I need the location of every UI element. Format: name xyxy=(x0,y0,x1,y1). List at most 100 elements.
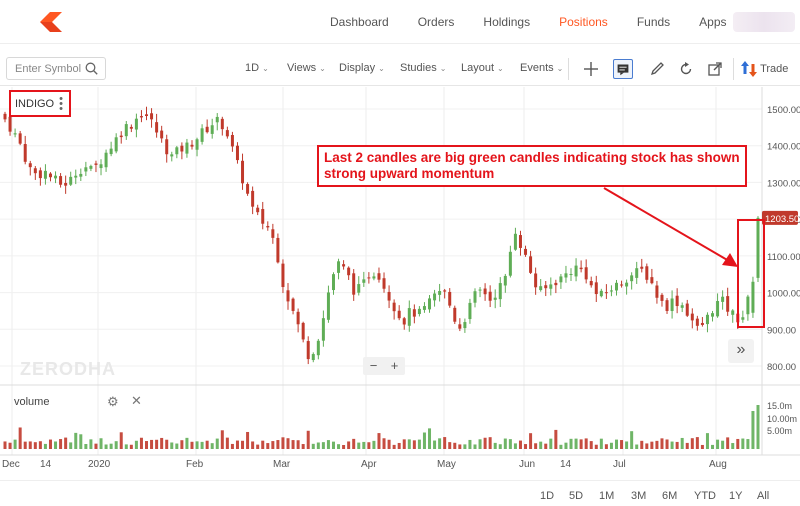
price-tick-label: 1400.00 xyxy=(767,142,800,153)
volume-bar xyxy=(69,442,73,449)
candle-body xyxy=(645,266,649,280)
range-1d[interactable]: 1D xyxy=(540,490,554,502)
candle-body xyxy=(79,173,83,177)
range-1y[interactable]: 1Y xyxy=(729,490,742,502)
volume-bar xyxy=(524,444,528,449)
volume-bar xyxy=(165,439,169,449)
range-selector: 1D 5D 1M 3M 6M YTD 1Y All xyxy=(0,480,800,506)
nav-dashboard[interactable]: Dashboard xyxy=(330,15,389,29)
gear-icon[interactable]: ⚙ xyxy=(107,394,119,410)
volume-bar xyxy=(407,439,411,449)
candle-body xyxy=(594,282,598,295)
volume-bar xyxy=(609,442,613,449)
menu-label: Display xyxy=(339,62,376,74)
candle-body xyxy=(89,165,93,169)
menu-views[interactable]: Views ⌄ xyxy=(287,62,326,74)
candle-body xyxy=(711,313,715,317)
candle-body xyxy=(286,290,290,302)
interval-selector[interactable]: 1D ⌄ xyxy=(245,62,269,74)
candle-body xyxy=(564,273,568,278)
volume-bar xyxy=(751,411,755,449)
menu-events[interactable]: Events ⌄ xyxy=(520,62,563,74)
candle-body xyxy=(473,291,477,303)
range-1m[interactable]: 1M xyxy=(599,490,614,502)
symbol-label-box[interactable]: INDIGO • • • xyxy=(9,90,71,117)
undo-icon[interactable] xyxy=(676,59,696,79)
symbol-search[interactable] xyxy=(6,57,106,80)
volume-bar xyxy=(28,441,32,449)
candle-body xyxy=(539,286,543,291)
volume-bar xyxy=(331,441,335,449)
pencil-icon[interactable] xyxy=(647,59,667,79)
volume-bar xyxy=(579,439,583,449)
candle-body xyxy=(291,298,295,311)
volume-bar xyxy=(64,437,68,449)
close-icon[interactable]: ✕ xyxy=(131,393,142,409)
menu-studies[interactable]: Studies ⌄ xyxy=(400,62,446,74)
volume-bar xyxy=(433,440,437,449)
volume-bar xyxy=(650,441,654,449)
kite-logo-icon[interactable] xyxy=(38,12,64,32)
candle-body xyxy=(478,289,482,291)
candle-body xyxy=(650,277,654,284)
candle-body xyxy=(13,133,17,135)
volume-bar xyxy=(574,438,578,449)
user-avatar[interactable] xyxy=(733,12,795,32)
volume-bar xyxy=(311,443,315,449)
candle-body xyxy=(620,284,624,286)
nav-positions[interactable]: Positions xyxy=(559,15,608,29)
volume-bar xyxy=(170,442,174,449)
volume-bar xyxy=(635,444,639,449)
range-ytd[interactable]: YTD xyxy=(694,490,716,502)
share-icon[interactable] xyxy=(705,59,725,79)
search-icon[interactable] xyxy=(85,62,98,75)
nav-apps[interactable]: Apps xyxy=(699,15,726,29)
candle-body xyxy=(225,130,229,137)
volume-bar xyxy=(660,438,664,449)
candle-body xyxy=(458,324,462,329)
nav-funds[interactable]: Funds xyxy=(637,15,670,29)
candle-body xyxy=(119,135,123,138)
range-all[interactable]: All xyxy=(757,490,769,502)
volume-bar xyxy=(104,444,108,449)
volume-bar xyxy=(367,442,371,449)
range-5d[interactable]: 5D xyxy=(569,490,583,502)
menu-layout[interactable]: Layout ⌄ xyxy=(461,62,504,74)
volume-bar xyxy=(599,438,603,449)
volume-bar xyxy=(150,439,154,449)
candle-body xyxy=(43,170,47,179)
candle-body xyxy=(412,309,416,317)
nav-holdings[interactable]: Holdings xyxy=(483,15,530,29)
volume-bar xyxy=(200,441,204,449)
nav-orders[interactable]: Orders xyxy=(418,15,455,29)
zoom-out-button[interactable]: − xyxy=(363,357,384,375)
candle-body xyxy=(518,235,522,248)
candle-body xyxy=(513,233,517,250)
volume-bar xyxy=(589,441,593,449)
range-6m[interactable]: 6M xyxy=(662,490,677,502)
expand-button[interactable]: » xyxy=(728,339,754,363)
range-3m[interactable]: 3M xyxy=(631,490,646,502)
comment-icon[interactable] xyxy=(613,59,633,79)
candle-body xyxy=(331,274,335,291)
zoom-in-button[interactable]: + xyxy=(384,357,405,375)
candle-body xyxy=(544,285,548,289)
menu-display[interactable]: Display ⌄ xyxy=(339,62,385,74)
volume-bar xyxy=(488,437,492,449)
volume-bar xyxy=(463,444,467,449)
volume-tick-label: 15.0m xyxy=(767,401,792,411)
price-tick-label: 1000.00 xyxy=(767,289,800,300)
x-tick-label: Feb xyxy=(186,459,204,470)
symbol-search-input[interactable] xyxy=(7,58,81,79)
volume-bar xyxy=(119,432,123,449)
volume-bar xyxy=(518,440,522,449)
more-options-icon[interactable]: • • • xyxy=(59,94,63,115)
zoom-controls: − + xyxy=(363,357,405,375)
volume-bar xyxy=(614,439,618,449)
crosshair-icon[interactable] xyxy=(581,59,601,79)
candle-body xyxy=(453,307,457,322)
trade-button[interactable]: Trade xyxy=(741,60,788,78)
candle-body xyxy=(74,175,78,178)
candle-body xyxy=(296,311,300,325)
volume-study-label: volume xyxy=(14,396,50,408)
